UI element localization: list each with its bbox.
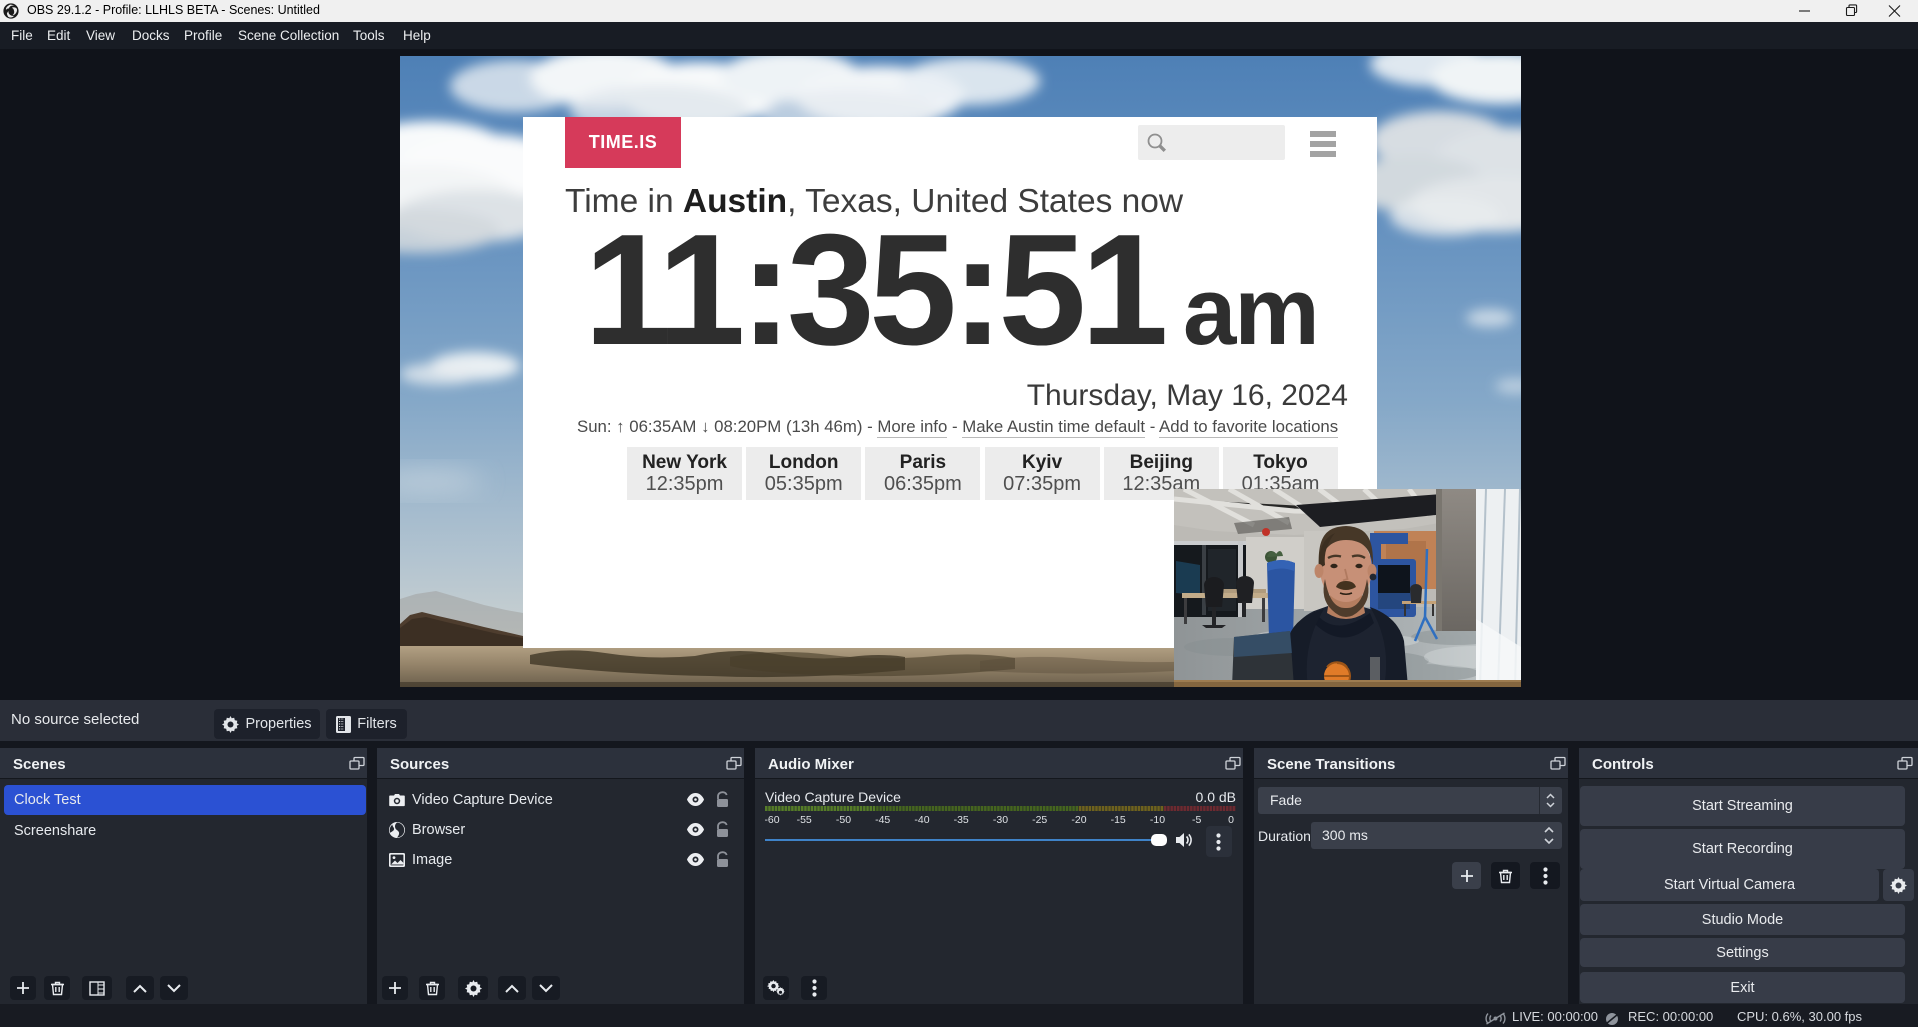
svg-text:-55: -55 <box>797 814 812 826</box>
svg-text:-20: -20 <box>1071 814 1086 826</box>
svg-text:-35: -35 <box>954 814 969 826</box>
svg-text:-25: -25 <box>1032 814 1047 826</box>
svg-text:-30: -30 <box>993 814 1008 826</box>
svg-text:-5: -5 <box>1192 814 1201 826</box>
svg-text:-60: -60 <box>765 814 780 826</box>
svg-text:0: 0 <box>1228 814 1234 826</box>
svg-text:-10: -10 <box>1150 814 1165 826</box>
svg-text:-40: -40 <box>914 814 929 826</box>
svg-text:-45: -45 <box>875 814 890 826</box>
svg-text:-50: -50 <box>836 814 851 826</box>
svg-text:-15: -15 <box>1111 814 1126 826</box>
